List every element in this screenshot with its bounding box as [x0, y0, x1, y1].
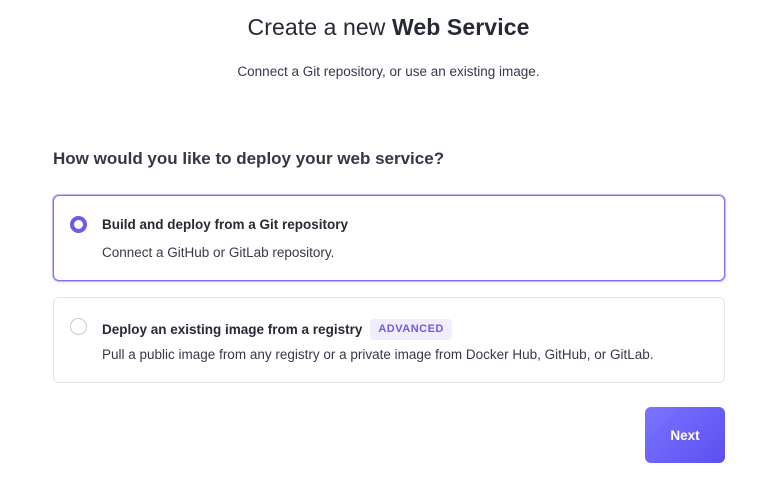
option-existing-image-title: Deploy an existing image from a registry… — [102, 319, 452, 340]
radio-git-repository[interactable] — [70, 216, 87, 233]
create-web-service-page: Create a new Web Service Connect a Git r… — [0, 0, 761, 481]
option-git-repository-title: Build and deploy from a Git repository — [102, 217, 348, 232]
option-git-repository-label: Build and deploy from a Git repository — [102, 217, 349, 232]
next-button[interactable]: Next — [645, 407, 725, 463]
option-git-repository-description: Connect a GitHub or GitLab repository. — [102, 245, 335, 260]
page-title-prefix: Create a new — [247, 14, 392, 40]
option-git-repository[interactable]: Build and deploy from a Git repository C… — [53, 195, 725, 281]
option-existing-image-label: Deploy an existing image from a registry — [102, 322, 363, 337]
option-existing-image[interactable]: Deploy an existing image from a registry… — [53, 297, 725, 383]
page-title-strong: Web Service — [392, 14, 530, 40]
advanced-badge: ADVANCED — [370, 319, 452, 340]
deploy-question-heading: How would you like to deploy your web se… — [53, 149, 445, 168]
option-existing-image-description: Pull a public image from any registry or… — [102, 347, 654, 362]
page-subtitle: Connect a Git repository, or use an exis… — [237, 64, 540, 79]
page-title: Create a new Web Service — [0, 14, 761, 41]
radio-existing-image[interactable] — [70, 318, 87, 335]
